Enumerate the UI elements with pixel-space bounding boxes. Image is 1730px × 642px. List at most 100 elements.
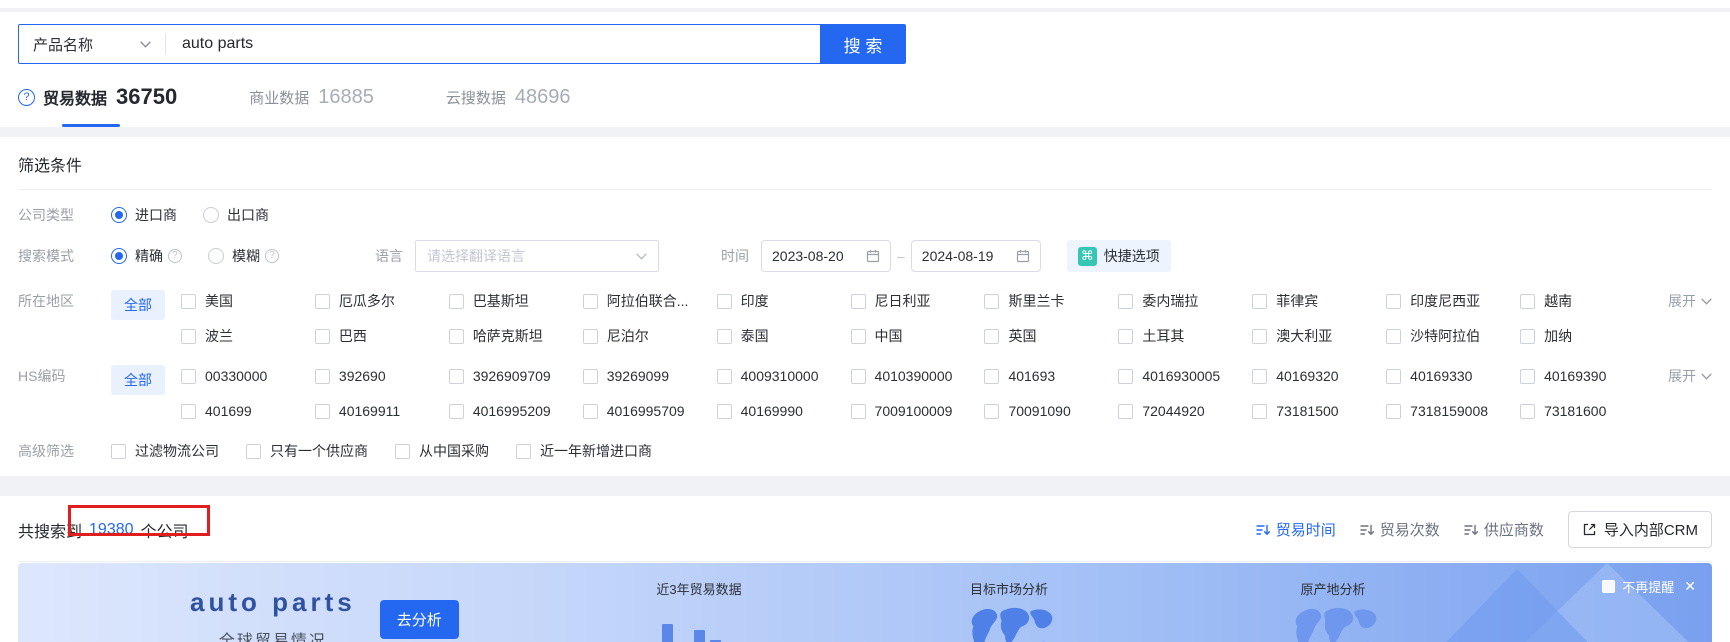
- hs-checkbox-item[interactable]: 73181600: [1520, 400, 1654, 422]
- region-checkbox-item[interactable]: 土耳其: [1118, 325, 1252, 347]
- hs-checkbox-item[interactable]: 40169990: [716, 400, 851, 422]
- checkbox-icon[interactable]: [582, 403, 598, 419]
- checkbox-icon[interactable]: [1386, 328, 1402, 344]
- sort-supplier-count[interactable]: 供应商数: [1464, 519, 1544, 540]
- hs-checkbox-item[interactable]: 401699: [181, 400, 315, 422]
- checkbox-icon[interactable]: [314, 368, 330, 384]
- hs-checkbox-item[interactable]: 40169320: [1252, 365, 1386, 387]
- close-icon[interactable]: ✕: [1684, 578, 1696, 595]
- region-checkbox-item[interactable]: 波兰: [181, 325, 315, 347]
- region-checkbox-item[interactable]: 美国: [181, 290, 315, 312]
- region-checkbox-item[interactable]: 斯里兰卡: [984, 290, 1118, 312]
- radio-icon[interactable]: [111, 248, 127, 264]
- hs-checkbox-item[interactable]: 7009100009: [850, 400, 985, 422]
- advanced-checkbox-item[interactable]: 从中国采购: [395, 440, 489, 462]
- hs-all-chip[interactable]: 全部: [111, 365, 165, 395]
- advanced-checkbox-item[interactable]: 近一年新增进口商: [516, 440, 652, 462]
- info-circle-icon[interactable]: ?: [168, 249, 182, 263]
- region-checkbox-item[interactable]: 巴西: [314, 325, 449, 347]
- checkbox-icon[interactable]: [850, 293, 866, 309]
- checkbox-icon[interactable]: [1118, 293, 1134, 309]
- region-checkbox-item[interactable]: 澳大利亚: [1252, 325, 1386, 347]
- hs-checkbox-item[interactable]: 4010390000: [850, 365, 985, 387]
- hs-checkbox-item[interactable]: 3926909709: [448, 365, 583, 387]
- checkbox-icon[interactable]: [1386, 403, 1402, 419]
- checkbox-icon[interactable]: [1118, 403, 1134, 419]
- info-circle-icon[interactable]: ?: [265, 249, 279, 263]
- hs-checkbox-item[interactable]: 39269099: [582, 365, 717, 387]
- region-checkbox-item[interactable]: 哈萨克斯坦: [448, 325, 583, 347]
- start-date-picker[interactable]: 2023-08-20: [761, 240, 891, 272]
- region-checkbox-item[interactable]: 英国: [984, 325, 1118, 347]
- end-date-picker[interactable]: 2024-08-19: [910, 240, 1041, 272]
- radio-exporter[interactable]: 出口商: [203, 204, 269, 226]
- tab-business-data[interactable]: 商业数据 16885: [249, 86, 374, 111]
- radio-fuzzy[interactable]: 模糊 ?: [208, 245, 279, 267]
- checkbox-icon[interactable]: [448, 328, 464, 344]
- checkbox-icon[interactable]: [516, 443, 531, 459]
- checkbox-icon[interactable]: [582, 368, 598, 384]
- analyze-button[interactable]: 去分析: [379, 599, 459, 639]
- checkbox-icon[interactable]: [716, 293, 732, 309]
- checkbox-icon[interactable]: [850, 368, 866, 384]
- hs-checkbox-item[interactable]: 7318159008: [1386, 400, 1520, 422]
- hs-checkbox-item[interactable]: 4016995709: [582, 400, 717, 422]
- advanced-checkbox-item[interactable]: 过滤物流公司: [111, 440, 219, 462]
- tab-trade-data[interactable]: ? 贸易数据 36750: [18, 84, 177, 127]
- region-checkbox-item[interactable]: 尼泊尔: [582, 325, 717, 347]
- checkbox-icon[interactable]: [1386, 293, 1402, 309]
- region-expand-toggle[interactable]: 展开: [1668, 290, 1712, 312]
- checkbox-icon[interactable]: [984, 328, 1000, 344]
- checkbox-icon[interactable]: [716, 328, 732, 344]
- checkbox-icon[interactable]: [181, 368, 196, 384]
- checkbox-icon[interactable]: [1252, 293, 1268, 309]
- hs-checkbox-item[interactable]: 73181500: [1252, 400, 1386, 422]
- region-checkbox-item[interactable]: 阿拉伯联合...: [582, 290, 717, 312]
- checkbox-icon[interactable]: [1118, 328, 1134, 344]
- checkbox-icon[interactable]: [448, 293, 464, 309]
- region-checkbox-item[interactable]: 泰国: [716, 325, 851, 347]
- search-category-select[interactable]: 产品名称: [19, 34, 165, 55]
- hs-checkbox-item[interactable]: 4016930005: [1118, 365, 1252, 387]
- checkbox-icon[interactable]: [395, 443, 410, 459]
- checkbox-icon[interactable]: [984, 368, 1000, 384]
- checkbox-icon[interactable]: [1386, 368, 1402, 384]
- search-input[interactable]: auto parts: [166, 35, 820, 53]
- sort-trade-count[interactable]: 贸易次数: [1360, 519, 1440, 540]
- checkbox-icon[interactable]: [850, 403, 866, 419]
- region-checkbox-item[interactable]: 加纳: [1520, 325, 1654, 347]
- region-checkbox-item[interactable]: 委内瑞拉: [1118, 290, 1252, 312]
- region-checkbox-item[interactable]: 尼日利亚: [850, 290, 985, 312]
- checkbox-icon[interactable]: [181, 328, 196, 344]
- checkbox-icon[interactable]: [1520, 368, 1536, 384]
- checkbox-icon[interactable]: [314, 328, 330, 344]
- search-button[interactable]: 搜 索: [820, 24, 906, 64]
- checkbox-icon[interactable]: [582, 293, 598, 309]
- checkbox-icon[interactable]: [716, 368, 732, 384]
- hs-checkbox-item[interactable]: 40169330: [1386, 365, 1520, 387]
- checkbox-icon[interactable]: [448, 368, 464, 384]
- radio-importer[interactable]: 进口商: [111, 204, 177, 226]
- checkbox-icon[interactable]: [1520, 403, 1536, 419]
- checkbox-icon[interactable]: [448, 403, 464, 419]
- hs-checkbox-item[interactable]: 4016995209: [448, 400, 583, 422]
- radio-icon[interactable]: [111, 207, 127, 223]
- checkbox-icon[interactable]: [1252, 403, 1268, 419]
- hs-checkbox-item[interactable]: 40169390: [1520, 365, 1654, 387]
- checkbox-icon[interactable]: [582, 328, 598, 344]
- region-all-chip[interactable]: 全部: [111, 290, 165, 320]
- quick-options-button[interactable]: ⌘ 快捷选项: [1066, 240, 1171, 272]
- hs-checkbox-item[interactable]: 4009310000: [716, 365, 851, 387]
- hs-checkbox-item[interactable]: 40169911: [314, 400, 449, 422]
- radio-icon[interactable]: [203, 207, 219, 223]
- region-checkbox-item[interactable]: 越南: [1520, 290, 1654, 312]
- hs-checkbox-item[interactable]: 00330000: [181, 365, 315, 387]
- region-checkbox-item[interactable]: 厄瓜多尔: [314, 290, 449, 312]
- region-checkbox-item[interactable]: 菲律宾: [1252, 290, 1386, 312]
- checkbox-icon[interactable]: [716, 403, 732, 419]
- checkbox-icon[interactable]: [1520, 293, 1536, 309]
- radio-exact[interactable]: 精确 ?: [111, 245, 182, 267]
- checkbox-icon[interactable]: [984, 403, 1000, 419]
- region-checkbox-item[interactable]: 中国: [850, 325, 985, 347]
- checkbox-icon[interactable]: [181, 293, 196, 309]
